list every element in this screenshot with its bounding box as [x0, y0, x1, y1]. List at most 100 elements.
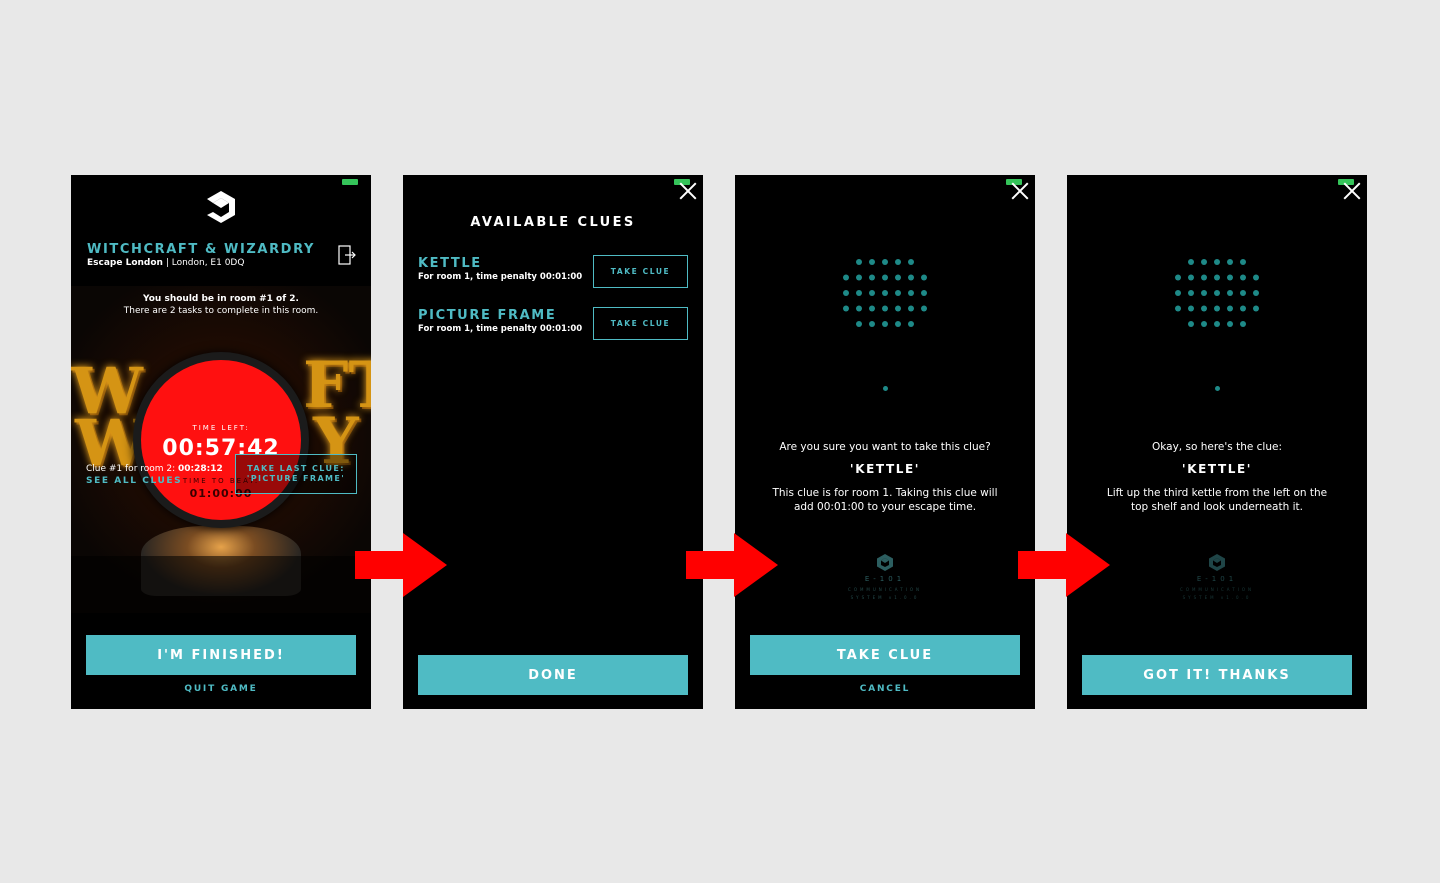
brand-version: SYSTEM v1.0.0 [1182, 595, 1252, 600]
room-info: You should be in room #1 of 2. There are… [71, 293, 371, 317]
grille-dot [1227, 305, 1233, 312]
clue-name: KETTLE [418, 256, 482, 271]
brand-version: SYSTEM v1.0.0 [850, 595, 920, 600]
grille-dot [882, 274, 888, 281]
close-icon[interactable] [679, 182, 697, 200]
grille-dot [1214, 321, 1220, 327]
room-line-2: There are 2 tasks to complete in this ro… [123, 306, 319, 316]
grille-dot [1214, 305, 1220, 312]
close-icon[interactable] [1343, 182, 1361, 200]
grille-dot [1240, 274, 1246, 281]
grille-dot [1175, 290, 1181, 296]
grille-dot [843, 305, 849, 312]
venue-address: | London, E1 0DQ [162, 258, 245, 268]
grille-dot [869, 274, 875, 281]
grille-dot [1240, 290, 1246, 296]
take-clue-button[interactable]: TAKE CLUE [593, 255, 688, 288]
clue-meta: For room 1, time penalty 00:01:00 [418, 324, 583, 334]
take-clue-button[interactable]: TAKE CLUE [593, 307, 688, 340]
clue-name: PICTURE FRAME [418, 308, 557, 323]
brand-logo-icon [1209, 554, 1225, 571]
grille-dot [1240, 259, 1246, 265]
grille-dot [908, 274, 914, 281]
grille-dot [882, 305, 888, 312]
grille-dot [1188, 274, 1194, 281]
grille-dot [1214, 259, 1220, 265]
grille-dot [1188, 259, 1194, 265]
indicator-dot [1215, 386, 1220, 391]
screen-confirm-clue: Are you sure you want to take this clue?… [735, 175, 1035, 709]
grille-dot [1201, 274, 1207, 281]
brand-subtitle: COMMUNICATION [1180, 587, 1254, 592]
clue-name: 'KETTLE' [849, 462, 921, 476]
screen-clue-reveal: Okay, so here's the clue: 'KETTLE' Lift … [1067, 175, 1367, 709]
grille-dot [869, 259, 875, 265]
grille-dot [856, 290, 862, 296]
grille-dot [1240, 321, 1246, 327]
see-all-clues-link[interactable]: SEE ALL CLUES [86, 476, 182, 486]
grille-dot [1188, 321, 1194, 327]
quit-game-link[interactable]: QUIT GAME [71, 684, 371, 694]
take-clue-button[interactable]: TAKE CLUE [750, 635, 1020, 675]
grille-dot [843, 274, 849, 281]
grille-dot [882, 321, 888, 327]
grille-dot [1227, 259, 1233, 265]
grille-dot [921, 290, 927, 296]
screen-game-dashboard: WITCHCRAFT & WIZARDRY Escape London | Lo… [71, 175, 371, 709]
grille-dot [1175, 274, 1181, 281]
speaker-grille-icon [1175, 259, 1259, 327]
grille-dot [895, 321, 901, 327]
grille-dot [1201, 321, 1207, 327]
grille-dot [869, 305, 875, 312]
clue-name: 'KETTLE' [1181, 462, 1253, 476]
flow-arrow-icon [355, 533, 447, 597]
exit-icon[interactable] [338, 245, 356, 265]
brand-logo-icon [877, 554, 893, 571]
grille-dot [869, 321, 875, 327]
grille-dot [882, 259, 888, 265]
flow-arrow-icon [686, 533, 778, 597]
grille-dot [1227, 321, 1233, 327]
finished-button[interactable]: I'M FINISHED! [86, 635, 356, 675]
got-it-button[interactable]: GOT IT! THANKS [1082, 655, 1352, 695]
take-last-clue-button[interactable]: TAKE LAST CLUE: 'PICTURE FRAME' [235, 454, 357, 494]
grille-dot [1227, 290, 1233, 296]
clue-row-kettle: KETTLE For room 1, time penalty 00:01:00… [418, 255, 688, 289]
grille-dot [843, 290, 849, 296]
grille-dot [1227, 274, 1233, 281]
room-line-1: You should be in room #1 of 2. [143, 294, 299, 304]
clue-meta: For room 1, time penalty 00:01:00 [418, 272, 583, 282]
grille-dot [921, 305, 927, 312]
grille-dot [1214, 290, 1220, 296]
brand-name: E-101 [864, 575, 906, 583]
confirm-question: Are you sure you want to take this clue? [779, 441, 991, 453]
grille-dot [921, 274, 927, 281]
clue-row-picture-frame: PICTURE FRAME For room 1, time penalty 0… [418, 307, 688, 341]
game-hero: W W FT Y You should be in room #1 of 2. … [71, 286, 371, 613]
close-icon[interactable] [1011, 182, 1029, 200]
grille-dot [856, 321, 862, 327]
grille-dot [908, 305, 914, 312]
screen-available-clues: AVAILABLE CLUES KETTLE For room 1, time … [403, 175, 703, 709]
grille-dot [895, 259, 901, 265]
brand-name: E-101 [1196, 575, 1238, 583]
speaker-grille-icon [843, 259, 927, 327]
grille-dot [1253, 274, 1259, 281]
grille-dot [908, 321, 914, 327]
grille-dot [895, 274, 901, 281]
game-title: WITCHCRAFT & WIZARDRY [87, 242, 315, 257]
grille-dot [856, 259, 862, 265]
cancel-link[interactable]: CANCEL [735, 684, 1035, 694]
grille-dot [1201, 305, 1207, 312]
clue-intro: Okay, so here's the clue: [1152, 441, 1282, 453]
grille-dot [856, 305, 862, 312]
cube-logo-icon [207, 191, 235, 223]
hero-bottom-overlay [71, 556, 371, 613]
done-button[interactable]: DONE [418, 655, 688, 695]
grille-dot [1253, 290, 1259, 296]
available-clues-title: AVAILABLE CLUES [470, 215, 636, 230]
time-left-label: TIME LEFT: [192, 424, 250, 432]
grille-dot [1188, 305, 1194, 312]
grille-dot [1214, 274, 1220, 281]
grille-dot [908, 290, 914, 296]
